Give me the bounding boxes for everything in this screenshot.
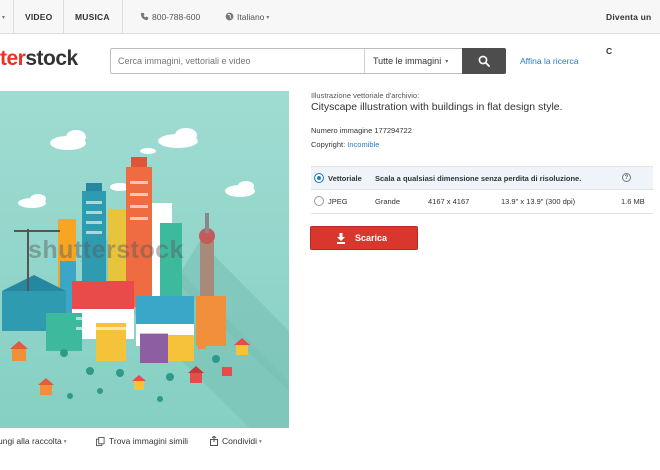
globe-icon xyxy=(225,12,234,21)
copyright-line: Copyright: Incomible xyxy=(311,140,379,149)
image-number: Numero immagine 177294722 xyxy=(311,126,412,135)
find-similar-label: Trova immagini simili xyxy=(109,436,189,446)
jpeg-radio[interactable] xyxy=(314,196,324,206)
option-format: JPEG xyxy=(328,197,348,206)
nav-menu-dropdown[interactable]: ▾ xyxy=(0,0,10,34)
logo-dark-text: stock xyxy=(25,47,78,70)
watermark-text: shutterstock xyxy=(28,236,185,264)
chevron-down-icon: ▾ xyxy=(258,439,262,445)
vector-radio[interactable] xyxy=(314,173,324,183)
download-button[interactable]: Scarica xyxy=(310,226,418,250)
option-row-vector[interactable]: Vettoriale Scala a qualsiasi dimensione … xyxy=(311,167,653,190)
copy-icon xyxy=(96,437,105,446)
license-options-table: Vettoriale Scala a qualsiasi dimensione … xyxy=(311,166,653,214)
chevron-down-icon: ▾ xyxy=(266,15,270,21)
logo-red-text: ter xyxy=(0,47,26,70)
nav-divider xyxy=(122,0,123,34)
share-button[interactable]: Condividi ▾ xyxy=(210,435,262,446)
nav-music-link[interactable]: MUSICA xyxy=(75,0,110,34)
info-icon[interactable]: ? xyxy=(622,173,631,182)
option-size: Grande xyxy=(375,197,401,206)
find-similar-button[interactable]: Trova immagini simili xyxy=(96,436,188,446)
chevron-down-icon: ▾ xyxy=(2,15,6,21)
stock-image-preview[interactable]: shutterstock xyxy=(0,91,289,428)
language-label: Italiano xyxy=(237,12,265,22)
share-icon xyxy=(210,435,218,446)
option-format: Vettoriale xyxy=(328,174,362,183)
chevron-down-icon: ▾ xyxy=(445,59,449,65)
search-icon xyxy=(478,55,490,67)
chevron-down-icon: ▾ xyxy=(63,439,67,445)
phone-icon xyxy=(140,12,149,21)
copyright-label: Copyright: xyxy=(311,140,346,149)
image-type-label: Illustrazione vettoriale d'archivio: xyxy=(311,91,420,100)
contributor-link[interactable]: Incomible xyxy=(347,140,379,149)
signup-link[interactable]: Diventa un C xyxy=(606,0,660,56)
share-label: Condividi xyxy=(222,436,257,446)
shutterstock-logo[interactable]: terstock xyxy=(0,47,78,71)
search-scope-label: Tutte le immagini xyxy=(373,56,442,66)
add-to-collection-label: ungi alla raccolta xyxy=(0,436,62,446)
refine-search-link[interactable]: Affina la ricerca xyxy=(520,56,578,66)
top-nav-bar: ▾ VIDEO MUSICA 800-788-600 Italiano ▾ Div… xyxy=(0,0,660,56)
nav-divider xyxy=(13,0,14,34)
image-title: Cityscape illustration with buildings in… xyxy=(311,101,563,113)
language-selector[interactable]: Italiano ▾ xyxy=(225,0,269,34)
option-filesize: 1.6 MB xyxy=(621,197,645,206)
add-to-collection-button[interactable]: ungi alla raccolta ▾ xyxy=(0,436,67,446)
search-bar: Tutte le immagini▾ xyxy=(110,48,506,74)
nav-video-link[interactable]: VIDEO xyxy=(25,0,52,34)
option-inches: 13.9" x 13.9" (300 dpi) xyxy=(501,197,576,206)
nav-phone: 800-788-600 xyxy=(140,0,200,34)
search-input[interactable] xyxy=(111,49,363,73)
image-actions-bar: ungi alla raccolta ▾ Trova immagini simil… xyxy=(0,435,300,450)
option-pixels: 4167 x 4167 xyxy=(428,197,470,206)
nav-divider xyxy=(63,0,64,34)
option-description: Scala a qualsiasi dimensione senza perdi… xyxy=(375,174,582,183)
download-label: Scarica xyxy=(354,233,388,243)
download-icon xyxy=(337,233,345,244)
search-scope-dropdown[interactable]: Tutte le immagini ▾ xyxy=(364,49,474,73)
option-row-jpeg[interactable]: JPEG Grande 4167 x 4167 13.9" x 13.9" (3… xyxy=(311,190,653,213)
phone-number: 800-788-600 xyxy=(152,12,201,22)
search-button[interactable] xyxy=(462,48,506,74)
